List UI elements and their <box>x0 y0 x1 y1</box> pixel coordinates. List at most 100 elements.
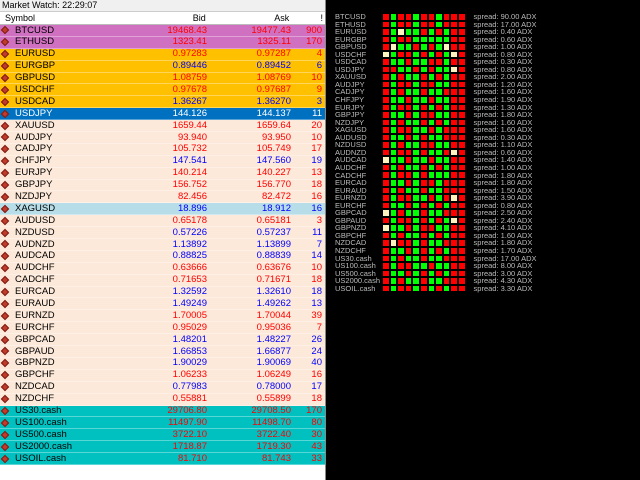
heatmap-cell <box>435 262 443 270</box>
table-row[interactable]: US500.cash 3722.10 3722.40 30 <box>0 429 325 442</box>
heatmap-cell <box>419 148 428 157</box>
table-row[interactable]: GBPNZD 1.90029 1.90069 40 <box>0 357 325 370</box>
heatmap-cell <box>450 141 458 149</box>
table-row[interactable]: CADJPY 105.732 105.749 17 <box>0 143 325 156</box>
symbol-diamond-icon <box>0 418 10 428</box>
ask-cell: 0.55899 <box>256 393 291 405</box>
table-row[interactable]: CHFJPY 147.541 147.560 19 <box>0 155 325 168</box>
heatmap-cell <box>419 126 428 134</box>
heatmap-cell <box>435 246 443 255</box>
ask-cell: 147.560 <box>256 155 291 167</box>
table-row[interactable]: XAGUSD 18.896 18.912 16 <box>0 203 325 216</box>
heatmap-cell <box>397 58 405 66</box>
heatmap-cell <box>442 171 451 180</box>
table-row[interactable]: BTCUSD 19468.43 19477.43 900 <box>0 25 325 37</box>
heatmap-cell <box>382 111 390 119</box>
heatmap-cells <box>382 171 466 180</box>
heatmap-cell <box>427 13 436 21</box>
heatmap-cell <box>435 111 443 119</box>
table-row[interactable]: EURCAD 1.32592 1.32610 18 <box>0 286 325 299</box>
heatmap-cell <box>442 141 451 149</box>
heatmap-cell <box>404 224 413 232</box>
table-row[interactable]: EURNZD 1.70005 1.70044 39 <box>0 310 325 323</box>
heatmap-cell <box>382 80 390 89</box>
heatmap-cell <box>389 73 398 81</box>
heatmap-cell <box>427 80 436 89</box>
heatmap-cell <box>389 58 398 66</box>
heatmap-cell <box>419 262 428 270</box>
heatmap-cell <box>442 163 451 172</box>
table-row[interactable]: US30.cash 29706.80 29708.50 170 <box>0 405 325 418</box>
heatmap-cell <box>419 58 428 66</box>
table-row[interactable]: AUDNZD 1.13892 1.13899 7 <box>0 239 325 251</box>
heatmap-cell <box>419 246 428 255</box>
panel-separator[interactable] <box>325 0 326 480</box>
symbol-diamond-icon <box>0 359 10 368</box>
table-row[interactable]: GBPUSD 1.08759 1.08769 10 <box>0 72 325 85</box>
table-row[interactable]: GBPJPY 156.752 156.770 18 <box>0 179 325 192</box>
table-row[interactable]: AUDCHF 0.63666 0.63676 10 <box>0 262 325 275</box>
table-row[interactable]: USDCAD 1.36267 1.36270 3 <box>0 96 325 109</box>
heatmap-cell <box>419 254 428 263</box>
table-row[interactable]: USDJPY 144.126 144.137 11 <box>0 108 325 121</box>
heatmap-cell <box>457 58 466 66</box>
table-row[interactable]: US100.cash 11497.90 11498.70 80 <box>0 417 325 430</box>
symbol-diamond-icon <box>0 204 10 214</box>
heatmap-cell <box>382 126 390 134</box>
heatmap-symbol: US500.cash <box>335 269 376 278</box>
table-row[interactable]: GBPCAD 1.48201 1.48227 26 <box>0 334 325 347</box>
table-row[interactable]: USDCHF 0.97678 0.97687 9 <box>0 84 325 97</box>
table-row[interactable]: NZDCAD 0.77983 0.78000 17 <box>0 381 325 394</box>
market-watch-rows: BTCUSD 19468.43 19477.43 900 ETHUSD 1323.41 13… <box>0 25 325 465</box>
table-row[interactable]: ETHUSD 1323.41 1325.11 170 <box>0 36 325 49</box>
bid-cell: 0.55881 <box>172 393 207 405</box>
heatmap-cell <box>419 88 428 97</box>
table-row[interactable]: NZDUSD 0.57226 0.57237 11 <box>0 226 325 240</box>
table-row[interactable]: USOIL.cash 81.710 81.743 33 <box>0 453 325 465</box>
column-header-bid[interactable]: Bid <box>122 12 207 24</box>
table-row[interactable]: EURUSD 0.97283 0.97287 4 <box>0 48 325 61</box>
table-row[interactable]: CADCHF 0.71653 0.71671 18 <box>0 274 325 287</box>
table-row[interactable]: NZDCHF 0.55881 0.55899 18 <box>0 393 325 406</box>
heatmap-spread-label: spread: 3.30 ADX <box>473 283 533 293</box>
bid-cell: 156.752 <box>172 179 207 191</box>
table-row[interactable]: EURCHF 0.95029 0.95036 7 <box>0 322 325 335</box>
heatmap-cell <box>435 148 443 157</box>
ask-cell: 0.57237 <box>256 226 291 238</box>
heatmap-cell <box>427 216 436 225</box>
spread-cell: 170 <box>306 36 322 48</box>
heatmap-cell <box>435 141 443 149</box>
column-header-spread[interactable]: ! <box>291 12 325 24</box>
heatmap-cell <box>442 58 451 66</box>
heatmap-cell <box>450 186 458 195</box>
table-row[interactable]: GBPAUD 1.66853 1.66877 24 <box>0 346 325 358</box>
heatmap-cell <box>457 148 466 157</box>
table-row[interactable]: XAUUSD 1659.44 1659.64 20 <box>0 120 325 133</box>
spread-cell: 40 <box>311 357 322 369</box>
spread-cell: 3 <box>316 214 322 226</box>
heatmap-cell <box>404 179 413 187</box>
heatmap-cell <box>450 231 458 240</box>
spread-cell: 14 <box>311 250 322 262</box>
heatmap-cell <box>404 239 413 247</box>
heatmap-cell <box>457 43 466 51</box>
table-row[interactable]: GBPCHF 1.06233 1.06249 16 <box>0 369 325 382</box>
heatmap-cell <box>450 65 458 74</box>
heatmap-cell <box>419 239 428 247</box>
table-row[interactable]: AUDJPY 93.940 93.950 10 <box>0 132 325 144</box>
heatmap-cell <box>419 179 428 187</box>
heatmap-cell <box>404 246 413 255</box>
heatmap-cell <box>442 73 451 81</box>
heatmap-cells <box>382 88 466 97</box>
table-row[interactable]: AUDUSD 0.65178 0.65181 3 <box>0 214 325 228</box>
table-row[interactable]: AUDCAD 0.88825 0.88839 14 <box>0 250 325 263</box>
column-header-ask[interactable]: Ask <box>208 12 291 24</box>
table-row[interactable]: EURAUD 1.49249 1.49262 13 <box>0 298 325 311</box>
table-row[interactable]: EURGBP 0.89446 0.89452 6 <box>0 60 325 73</box>
table-row[interactable]: US2000.cash 1718.87 1719.30 43 <box>0 441 325 454</box>
table-row[interactable]: EURJPY 140.214 140.227 13 <box>0 167 325 180</box>
heatmap-symbol: GBPJPY <box>335 111 365 119</box>
column-header-symbol[interactable]: Symbol <box>0 12 122 24</box>
heatmap-cell <box>389 96 398 104</box>
table-row[interactable]: NZDJPY 82.456 82.472 16 <box>0 191 325 204</box>
